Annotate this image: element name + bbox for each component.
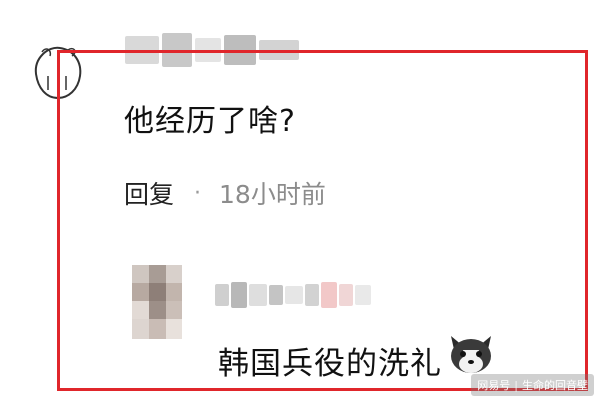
reply-avatar[interactable] (132, 265, 182, 339)
watermark-author: 生命的回音壁 (522, 379, 588, 392)
watermark-source: 网易号 (477, 379, 511, 392)
commenter-name-blurred[interactable] (125, 28, 300, 72)
commenter-avatar[interactable] (28, 40, 88, 102)
reply-text: 韩国兵役的洗礼 (218, 346, 442, 382)
dog-face-icon (445, 332, 497, 376)
pixelated-avatar-icon (132, 265, 182, 339)
watermark: 网易号 | 生命的回音壁 (471, 374, 594, 396)
meta-separator: · (194, 180, 202, 206)
replier-name-blurred[interactable] (215, 280, 390, 310)
comment-timestamp: 18小时前 (219, 180, 326, 209)
reply-button[interactable]: 回复 (124, 175, 174, 211)
comment-text: 他经历了啥? (124, 104, 296, 139)
comment-meta-row: 回复 · 18小时前 (124, 175, 326, 211)
watermark-separator: | (514, 378, 518, 392)
avatar-doodle-icon (34, 46, 82, 100)
